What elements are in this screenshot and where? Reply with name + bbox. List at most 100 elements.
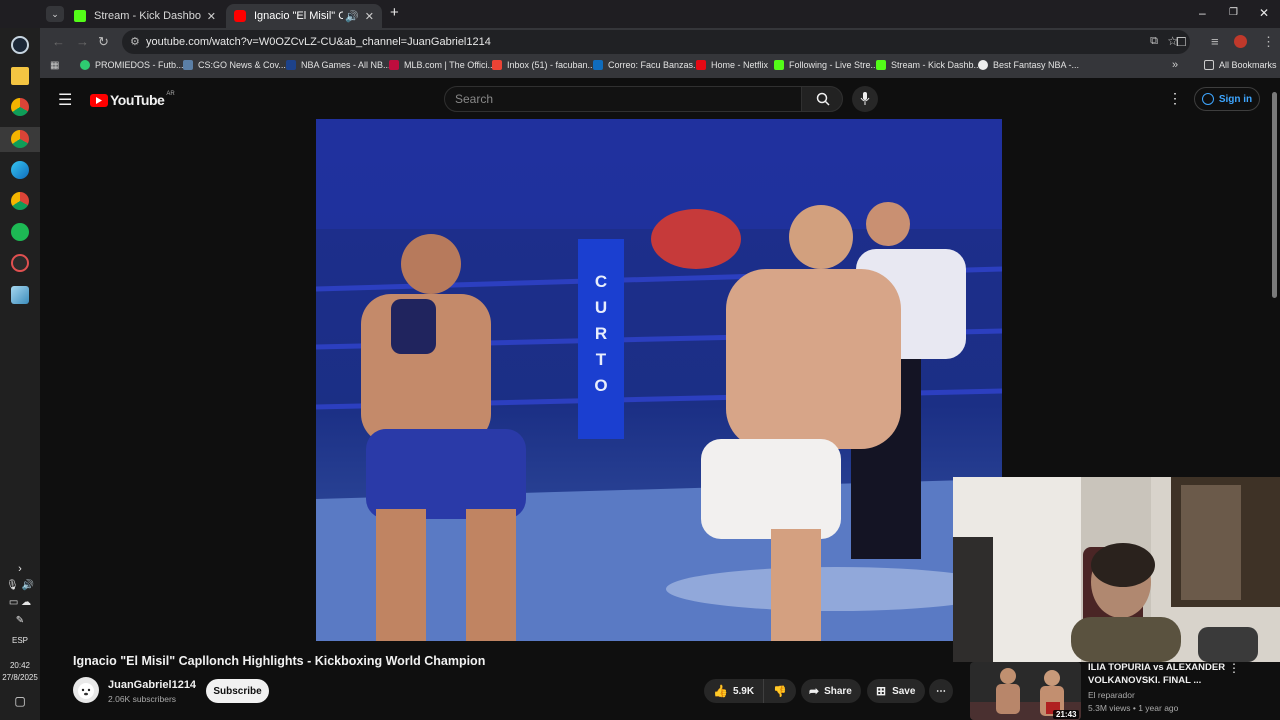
- search-input[interactable]: Search: [444, 86, 802, 112]
- more-bookmarks-icon[interactable]: »: [1172, 59, 1178, 71]
- tab-search-icon[interactable]: ⌄: [46, 6, 64, 22]
- mic-volume-tray-icon[interactable]: 🎙 🔊: [0, 580, 40, 591]
- tab-strip: ⌄ Stream - Kick Dashboard ✕ Ignacio "El …: [0, 0, 1280, 28]
- nba-icon: [286, 60, 296, 70]
- voice-search-button[interactable]: [852, 86, 878, 112]
- bookmark-item[interactable]: MLB.com | The Offici...: [389, 60, 495, 70]
- new-tab-icon[interactable]: +: [390, 4, 399, 21]
- banner-text: CURTO: [594, 272, 608, 395]
- clock-time[interactable]: 20:42: [0, 661, 40, 670]
- bookmark-label: Correo: Facu Banzas...: [608, 60, 701, 70]
- channel-avatar[interactable]: [73, 677, 99, 703]
- recommended-title[interactable]: ILIA TOPURIA vs ALEXANDER VOLKANOVSKI. F…: [1088, 661, 1228, 687]
- windows-taskbar: › 🎙 🔊 ▭ ☁ ✎ ESP 20:42 27/8/2025 ▢: [0, 0, 40, 720]
- restore-icon[interactable]: ❐: [1229, 7, 1238, 18]
- bookmark-item[interactable]: CS:GO News & Cov...: [183, 60, 286, 70]
- address-bar[interactable]: ⚙ youtube.com/watch?v=W0OZCvLZ-CU&ab_cha…: [122, 30, 1190, 54]
- dislike-button[interactable]: 👎: [764, 679, 796, 703]
- dog-avatar-icon: [78, 683, 94, 699]
- recommended-more-icon[interactable]: ⋮: [1228, 661, 1240, 675]
- close-window-icon[interactable]: ✕: [1259, 6, 1269, 20]
- settings-kebab-icon[interactable]: ⋮: [1168, 90, 1182, 107]
- clock-date[interactable]: 27/8/2025: [0, 673, 40, 682]
- page-scrollbar[interactable]: [1272, 92, 1277, 298]
- language-indicator[interactable]: ESP: [0, 636, 40, 645]
- bookmark-item[interactable]: PROMIEDOS - Futb...: [80, 60, 184, 70]
- tray-expand-icon[interactable]: ›: [0, 563, 40, 575]
- file-explorer-icon[interactable]: [11, 67, 29, 85]
- bookmark-label: Home - Netflix: [711, 60, 769, 70]
- menu-kebab-icon[interactable]: ⋮: [1262, 34, 1275, 50]
- subscribe-button[interactable]: Subscribe: [206, 679, 269, 703]
- profile-avatar[interactable]: [1234, 35, 1247, 48]
- close-tab-icon[interactable]: ✕: [365, 10, 374, 23]
- edge-icon[interactable]: [11, 161, 29, 179]
- tab-kick-dashboard[interactable]: Stream - Kick Dashboard ✕: [66, 4, 224, 28]
- site-info-icon[interactable]: ⚙: [130, 35, 140, 48]
- bookmark-item[interactable]: Correo: Facu Banzas...: [593, 60, 701, 70]
- youtube-header: ☰ YouTube AR Search ⋮ Sign in: [40, 80, 1280, 118]
- chrome-icon[interactable]: [11, 130, 29, 148]
- outlook-icon: [593, 60, 603, 70]
- thumbs-down-icon: 👎: [773, 685, 787, 698]
- share-button[interactable]: ➦ Share: [801, 679, 861, 703]
- video-frame: [316, 119, 1002, 641]
- speedtest-icon[interactable]: [11, 254, 29, 272]
- reload-icon[interactable]: ↻: [98, 34, 109, 50]
- more-actions-button[interactable]: ⋯: [929, 679, 953, 703]
- apps-grid-icon[interactable]: ▦: [50, 60, 59, 71]
- youtube-icon: [234, 10, 246, 22]
- forward-icon[interactable]: →: [76, 34, 89, 49]
- thumbs-up-icon: 👍: [713, 684, 728, 698]
- gmail-icon: [492, 60, 502, 70]
- sign-in-label: Sign in: [1218, 93, 1253, 105]
- spotify-icon[interactable]: [11, 223, 29, 241]
- all-bookmarks-folder[interactable]: All Bookmarks: [1204, 60, 1277, 70]
- channel-name[interactable]: JuanGabriel1214: [108, 679, 196, 691]
- recommended-channel[interactable]: El reparador: [1088, 690, 1135, 700]
- kick-icon: [74, 10, 86, 22]
- share-label: Share: [824, 685, 852, 697]
- like-button[interactable]: 👍 5.9K: [704, 679, 764, 703]
- youtube-play-icon: [90, 93, 108, 107]
- bookmark-item[interactable]: Inbox (51) - facuban...: [492, 60, 595, 70]
- bookmark-label: Best Fantasy NBA -...: [993, 60, 1080, 70]
- sign-in-button[interactable]: Sign in: [1194, 87, 1260, 111]
- notifications-icon[interactable]: ▢: [0, 694, 40, 708]
- media-control-icon[interactable]: ≡: [1211, 34, 1219, 49]
- bookmark-item[interactable]: Home - Netflix: [696, 60, 768, 70]
- display-cloud-tray-icon[interactable]: ▭ ☁: [0, 597, 40, 608]
- bookmarks-bar: ▦ PROMIEDOS - Futb... CS:GO News & Cov..…: [40, 56, 1280, 78]
- app-icon[interactable]: [11, 286, 29, 304]
- search-icon: [816, 92, 830, 106]
- pen-tray-icon[interactable]: ✎: [0, 615, 40, 626]
- share-icon: ➦: [809, 684, 820, 698]
- hamburger-menu-icon[interactable]: ☰: [58, 90, 72, 110]
- cast-icon[interactable]: ⧉: [1150, 35, 1158, 48]
- save-button[interactable]: ⊞ Save: [867, 679, 925, 703]
- all-bookmarks-label: All Bookmarks: [1219, 60, 1277, 70]
- region-code: AR: [166, 91, 175, 97]
- tab-youtube-video[interactable]: Ignacio "El Misil" Capllonch 🔊 ✕: [226, 4, 382, 28]
- youtube-logo[interactable]: YouTube AR: [90, 91, 175, 108]
- bookmark-item[interactable]: Stream - Kick Dashb...: [876, 60, 981, 70]
- close-tab-icon[interactable]: ✕: [207, 10, 216, 23]
- minimize-icon[interactable]: –: [1199, 6, 1206, 20]
- video-player[interactable]: CURTO: [316, 119, 1002, 641]
- bookmark-item[interactable]: Best Fantasy NBA -...: [978, 60, 1079, 70]
- bookmark-item[interactable]: NBA Games - All NB...: [286, 60, 391, 70]
- bookmark-label: Following - Live Stre...: [789, 60, 879, 70]
- back-icon[interactable]: ←: [52, 34, 65, 49]
- chrome-icon[interactable]: [11, 192, 29, 210]
- folder-icon: [1204, 60, 1214, 70]
- tab-label: Ignacio "El Misil" Capllonch: [254, 10, 344, 22]
- csgo-icon: [183, 60, 193, 70]
- bookmark-item[interactable]: Following - Live Stre...: [774, 60, 878, 70]
- bookmark-label: MLB.com | The Offici...: [404, 60, 496, 70]
- extensions-icon[interactable]: ⧠: [1176, 34, 1186, 50]
- speaker-icon[interactable]: 🔊: [345, 10, 359, 23]
- steam-icon[interactable]: [11, 36, 29, 54]
- subscriber-count: 2.06K subscribers: [108, 694, 177, 704]
- search-button[interactable]: [801, 86, 843, 112]
- chrome-icon[interactable]: [11, 98, 29, 116]
